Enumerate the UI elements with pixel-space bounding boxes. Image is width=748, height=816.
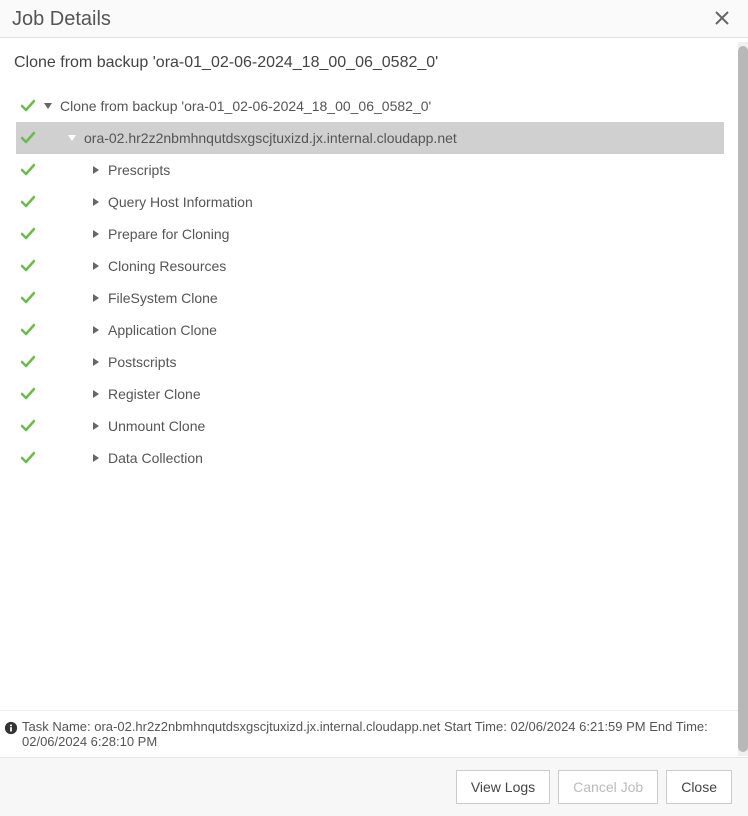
tree-row-label: ora-02.hr2z2nbmhnqutdsxgscjtuxizd.jx.int… [84, 130, 457, 146]
success-check-icon [16, 130, 40, 146]
tree-row-label: Clone from backup 'ora-01_02-06-2024_18_… [60, 98, 431, 114]
chevron-right-icon[interactable] [88, 262, 104, 270]
tree-step-row[interactable]: Register Clone [16, 378, 724, 410]
success-check-icon [16, 162, 40, 178]
tree-step-row[interactable]: Prepare for Cloning [16, 218, 724, 250]
chevron-right-icon[interactable] [88, 358, 104, 366]
tree-step-row[interactable]: Unmount Clone [16, 410, 724, 442]
success-check-icon [16, 226, 40, 242]
cancel-job-button: Cancel Job [558, 770, 658, 804]
tree-step-row[interactable]: FileSystem Clone [16, 282, 724, 314]
tree-step-row[interactable]: Data Collection [16, 442, 724, 474]
content-scroll-area[interactable]: Clone from backup 'ora-01_02-06-2024_18_… [0, 38, 748, 710]
success-check-icon [16, 386, 40, 402]
job-details-dialog: Job Details Clone from backup 'ora-01_02… [0, 0, 748, 816]
tree-step-row[interactable]: Application Clone [16, 314, 724, 346]
chevron-right-icon[interactable] [88, 390, 104, 398]
tree-row-label: Data Collection [108, 450, 203, 466]
tree-host-row[interactable]: ora-02.hr2z2nbmhnqutdsxgscjtuxizd.jx.int… [16, 122, 724, 154]
tree-step-row[interactable]: Prescripts [16, 154, 724, 186]
chevron-right-icon[interactable] [88, 230, 104, 238]
tree-row-label: Postscripts [108, 354, 176, 370]
tree-step-row[interactable]: Query Host Information [16, 186, 724, 218]
success-check-icon [16, 450, 40, 466]
success-check-icon [16, 354, 40, 370]
chevron-right-icon[interactable] [88, 422, 104, 430]
dialog-footer: View Logs Cancel Job Close [0, 757, 748, 816]
dialog-header: Job Details [0, 0, 748, 38]
task-tree: Clone from backup 'ora-01_02-06-2024_18_… [12, 90, 728, 474]
success-check-icon [16, 98, 40, 114]
job-subtitle: Clone from backup 'ora-01_02-06-2024_18_… [12, 54, 728, 72]
tree-row-label: Application Clone [108, 322, 217, 338]
tree-row-label: Query Host Information [108, 194, 253, 210]
info-icon [4, 721, 18, 738]
task-status-bar: Task Name: ora-02.hr2z2nbmhnqutdsxgscjtu… [0, 710, 748, 757]
chevron-right-icon[interactable] [88, 166, 104, 174]
success-check-icon [16, 290, 40, 306]
tree-row-label: FileSystem Clone [108, 290, 218, 306]
dialog-title: Job Details [12, 8, 111, 31]
tree-row-label: Prescripts [108, 162, 170, 178]
chevron-right-icon[interactable] [88, 454, 104, 462]
success-check-icon [16, 418, 40, 434]
close-button[interactable]: Close [666, 770, 732, 804]
success-check-icon [16, 194, 40, 210]
tree-row-label: Register Clone [108, 386, 201, 402]
content: Clone from backup 'ora-01_02-06-2024_18_… [0, 38, 740, 474]
close-icon[interactable] [712, 8, 732, 31]
view-logs-button[interactable]: View Logs [456, 770, 550, 804]
chevron-right-icon[interactable] [88, 198, 104, 206]
tree-row-label: Cloning Resources [108, 258, 226, 274]
scrollbar-thumb[interactable] [738, 46, 748, 752]
tree-row-label: Unmount Clone [108, 418, 205, 434]
task-status-text: Task Name: ora-02.hr2z2nbmhnqutdsxgscjtu… [22, 719, 744, 749]
chevron-right-icon[interactable] [88, 294, 104, 302]
success-check-icon [16, 258, 40, 274]
success-check-icon [16, 322, 40, 338]
chevron-right-icon[interactable] [88, 326, 104, 334]
tree-row-label: Prepare for Cloning [108, 226, 229, 242]
chevron-down-icon[interactable] [40, 102, 56, 110]
tree-root-row[interactable]: Clone from backup 'ora-01_02-06-2024_18_… [16, 90, 724, 122]
tree-step-row[interactable]: Cloning Resources [16, 250, 724, 282]
tree-step-row[interactable]: Postscripts [16, 346, 724, 378]
scrollbar-track[interactable] [738, 42, 748, 756]
chevron-down-icon[interactable] [64, 134, 80, 142]
